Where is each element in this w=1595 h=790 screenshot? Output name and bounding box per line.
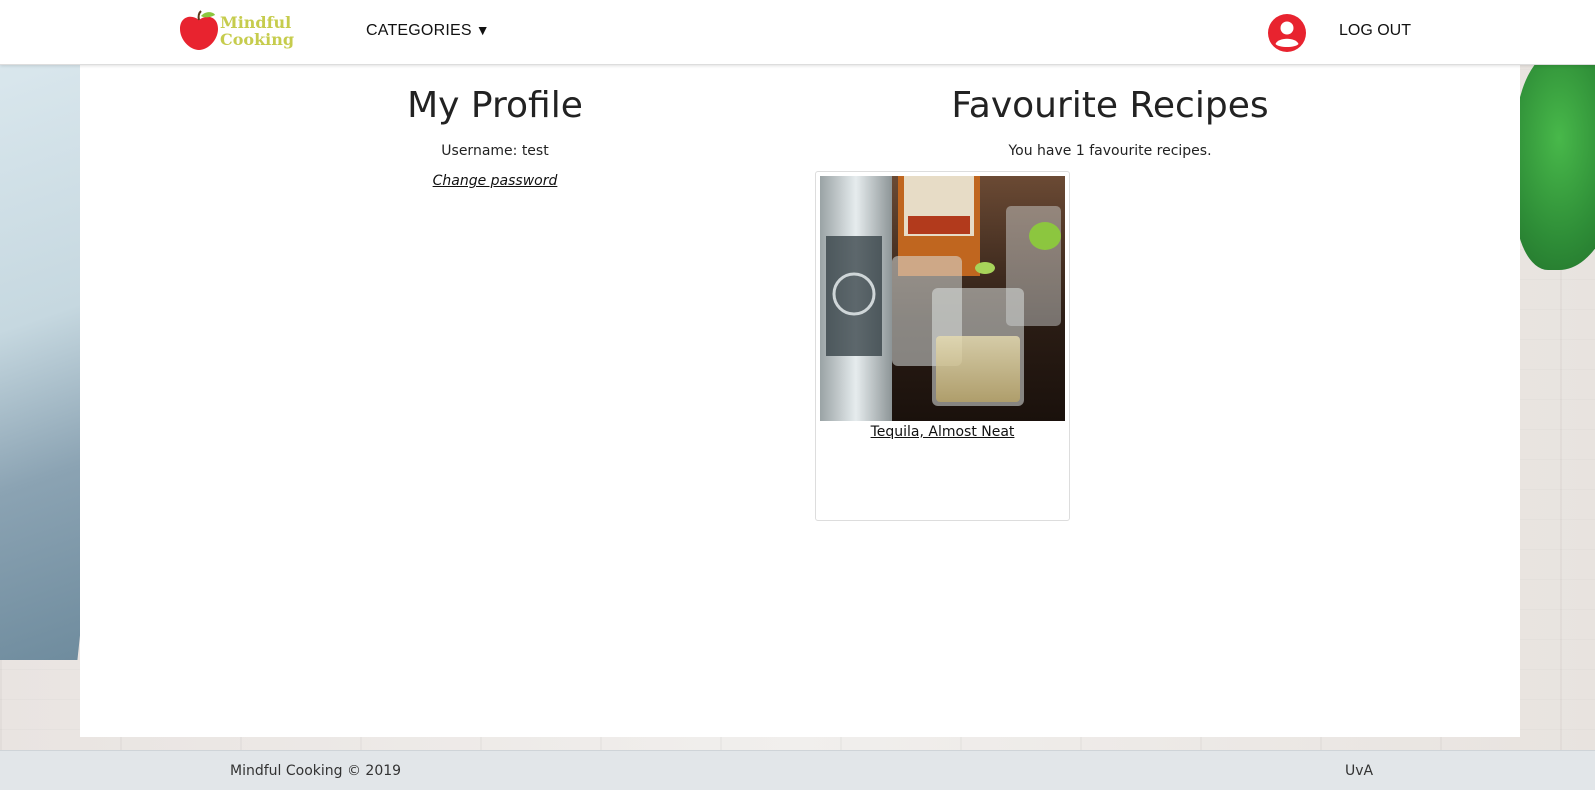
leaf-decoration: [1515, 50, 1595, 270]
change-password-link[interactable]: Change password: [433, 173, 558, 189]
top-navbar: Mindful Cooking CATEGORIES ▼ LOG OUT: [0, 0, 1595, 65]
recipe-card[interactable]: Tequila, Almost Neat: [815, 171, 1070, 521]
logo-text: Mindful Cooking: [220, 14, 294, 48]
logo-line1: Mindful: [220, 13, 292, 32]
logo-line2: Cooking: [220, 30, 295, 49]
footer: Mindful Cooking © 2019 UvA: [0, 750, 1595, 790]
recipe-photo: [820, 176, 1065, 421]
favourites-count: You have 1 favourite recipes.: [1008, 143, 1212, 159]
username-text: Username: test: [441, 143, 549, 159]
profile-section: My Profile Username: test Change passwor…: [310, 65, 680, 189]
categories-dropdown[interactable]: CATEGORIES ▼: [366, 22, 490, 40]
footer-institution: UvA: [1345, 763, 1374, 779]
recipe-title-link[interactable]: Tequila, Almost Neat: [816, 424, 1069, 440]
footer-copyright: Mindful Cooking © 2019: [230, 763, 402, 779]
main-content: My Profile Username: test Change passwor…: [80, 65, 1520, 737]
user-circle-icon[interactable]: [1268, 14, 1306, 52]
categories-label: CATEGORIES: [366, 22, 472, 39]
logout-link[interactable]: LOG OUT: [1339, 22, 1411, 40]
apple-icon: [180, 10, 218, 50]
favourites-section: Favourite Recipes You have 1 favourite r…: [815, 65, 1405, 159]
recipe-image[interactable]: [820, 176, 1065, 421]
profile-title: My Profile: [407, 85, 583, 126]
favourites-title: Favourite Recipes: [951, 85, 1269, 126]
caret-down-icon: ▼: [475, 22, 490, 38]
site-logo[interactable]: Mindful Cooking: [178, 8, 294, 54]
